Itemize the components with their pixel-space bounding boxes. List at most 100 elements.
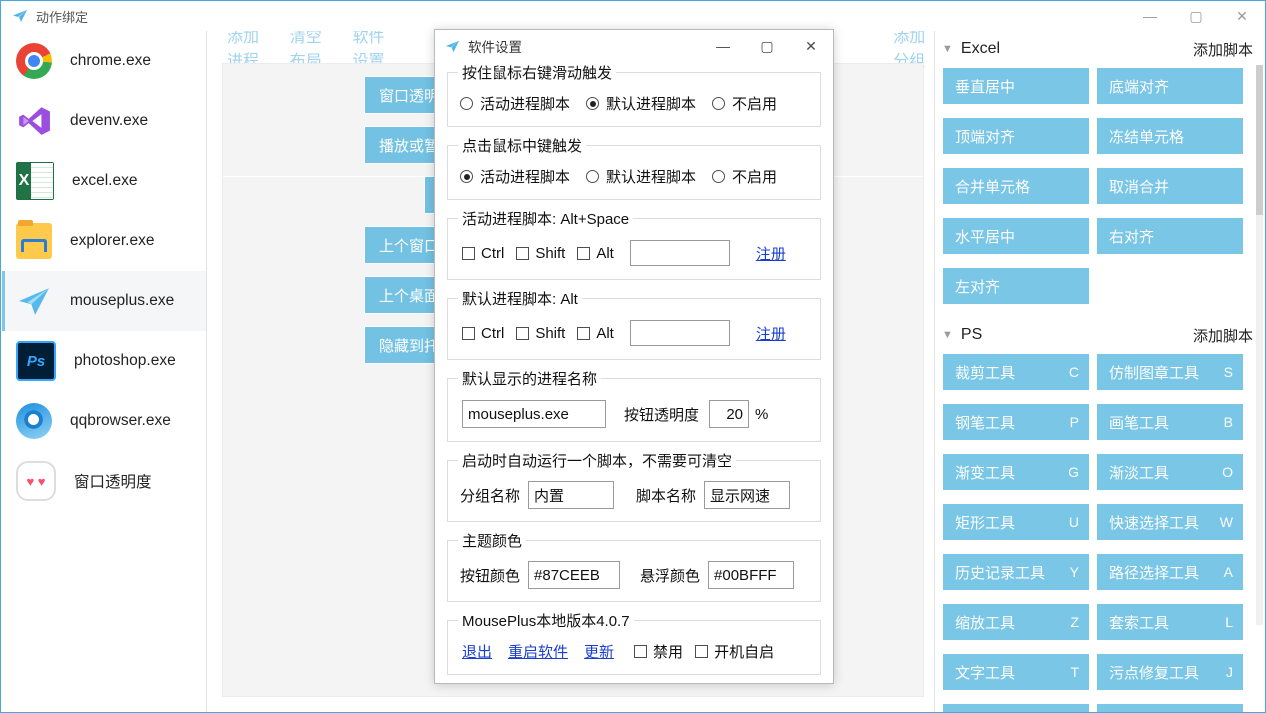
qq-browser-icon: [16, 403, 52, 439]
process-name-input[interactable]: mouseplus.exe: [462, 400, 606, 428]
script-button[interactable]: 垂直居中: [942, 67, 1090, 105]
script-button[interactable]: 矩形工具U: [942, 503, 1090, 541]
script-button[interactable]: 水平居中: [942, 217, 1090, 255]
close-button[interactable]: ✕: [1219, 1, 1265, 31]
sidebar-item-label: 窗口透明度: [74, 470, 152, 492]
process-sidebar: chrome.exe devenv.exe X excel.exe explor…: [2, 31, 207, 713]
checkbox-label: Ctrl: [481, 245, 504, 262]
excel-letter: X: [17, 163, 31, 199]
checkbox-active-shift[interactable]: Shift: [516, 245, 565, 262]
button-color-input[interactable]: #87CEEB: [528, 561, 620, 589]
checkbox-default-shift[interactable]: Shift: [516, 325, 565, 342]
checkbox-disable[interactable]: 禁用: [634, 641, 683, 662]
script-button-label: 右对齐: [1109, 226, 1154, 247]
script-panel-scrollbar-thumb[interactable]: [1256, 65, 1263, 215]
script-button-label: 矩形工具: [955, 512, 1015, 533]
script-button[interactable]: 历史记录工具Y: [942, 553, 1090, 591]
register-active-hotkey-link[interactable]: 注册: [756, 243, 786, 264]
script-button[interactable]: 左对齐: [942, 267, 1090, 305]
script-button[interactable]: 渐变工具G: [942, 453, 1090, 491]
script-group-header-ps[interactable]: ▼ PS 添加脚本: [934, 317, 1265, 353]
chevron-down-icon[interactable]: ▼: [942, 329, 953, 341]
script-button[interactable]: 吸管工具I: [942, 703, 1090, 713]
sidebar-item-mouseplus[interactable]: mouseplus.exe: [2, 271, 206, 331]
sidebar-item-explorer[interactable]: explorer.exe: [2, 211, 206, 271]
default-hotkey-input[interactable]: [630, 320, 730, 346]
script-button-label: 套索工具: [1109, 612, 1169, 633]
script-button[interactable]: 底端对齐: [1096, 67, 1244, 105]
script-button[interactable]: 快速选择工具W: [1096, 503, 1244, 541]
script-button[interactable]: 路径选择工具A: [1096, 553, 1244, 591]
script-button[interactable]: 套索工具L: [1096, 603, 1244, 641]
script-button[interactable]: 裁剪工具C: [942, 353, 1090, 391]
restart-software-link[interactable]: 重启软件: [508, 641, 568, 662]
dialog-maximize-button[interactable]: ▢: [745, 30, 789, 62]
script-button-label: 仿制图章工具: [1109, 362, 1199, 383]
checkbox-indicator: [634, 645, 647, 658]
radio-right-drag-default[interactable]: 默认进程脚本: [586, 93, 696, 114]
script-button-label: 渐变工具: [955, 462, 1015, 483]
script-button[interactable]: 渐淡工具O: [1096, 453, 1244, 491]
paper-plane-icon: [444, 38, 460, 54]
script-button-label: 垂直居中: [955, 76, 1015, 97]
group-legend: MousePlus本地版本4.0.7: [458, 610, 634, 631]
radio-label: 默认进程脚本: [606, 166, 696, 187]
sidebar-item-photoshop[interactable]: Ps photoshop.exe: [2, 331, 206, 391]
checkbox-label: 开机自启: [714, 641, 774, 662]
script-button[interactable]: 画笔工具B: [1096, 403, 1244, 441]
opacity-input[interactable]: 20: [709, 400, 749, 428]
hover-color-input[interactable]: #00BFFF: [708, 561, 794, 589]
checkbox-default-ctrl[interactable]: Ctrl: [462, 325, 504, 342]
sidebar-item-qqbrowser[interactable]: qqbrowser.exe: [2, 391, 206, 451]
script-button-label: 水平居中: [955, 226, 1015, 247]
script-button-label: 左对齐: [955, 276, 1000, 297]
radio-right-drag-active[interactable]: 活动进程脚本: [460, 93, 570, 114]
sidebar-item-window-opacity[interactable]: ♥ ♥ 窗口透明度: [2, 451, 206, 511]
script-button[interactable]: 顶端对齐: [942, 117, 1090, 155]
script-button[interactable]: 仿制图章工具S: [1096, 353, 1244, 391]
sidebar-item-devenv[interactable]: devenv.exe: [2, 91, 206, 151]
active-hotkey-input[interactable]: [630, 240, 730, 266]
chevron-down-icon[interactable]: ▼: [942, 43, 953, 55]
exit-link[interactable]: 退出: [462, 641, 492, 662]
add-script-link[interactable]: 添加脚本: [1193, 325, 1253, 346]
script-button[interactable]: 取消合并: [1096, 167, 1244, 205]
script-button-key: W: [1220, 514, 1233, 530]
maximize-button[interactable]: ▢: [1173, 1, 1219, 31]
script-button-label: 文字工具: [955, 662, 1015, 683]
checkbox-label: Alt: [596, 325, 614, 342]
checkbox-label: 禁用: [653, 641, 683, 662]
script-button[interactable]: 右对齐: [1096, 217, 1244, 255]
checkbox-active-ctrl[interactable]: Ctrl: [462, 245, 504, 262]
autorun-script-group: 启动时自动运行一个脚本，不需要可清空 分组名称 内置 脚本名称 显示网速: [447, 450, 821, 522]
script-button[interactable]: 文字工具T: [942, 653, 1090, 691]
autorun-group-label: 分组名称: [460, 485, 520, 506]
autorun-group-input[interactable]: 内置: [528, 481, 614, 509]
autorun-script-label: 脚本名称: [636, 485, 696, 506]
radio-right-drag-disabled[interactable]: 不启用: [712, 93, 777, 114]
checkbox-default-alt[interactable]: Alt: [577, 325, 614, 342]
script-group-header-excel[interactable]: ▼ Excel 添加脚本: [934, 31, 1265, 67]
excel-icon: X: [16, 162, 54, 200]
dialog-minimize-button[interactable]: —: [701, 30, 745, 62]
script-button[interactable]: 冻结单元格: [1096, 117, 1244, 155]
script-button[interactable]: 缩放工具Z: [942, 603, 1090, 641]
radio-middle-click-disabled[interactable]: 不启用: [712, 166, 777, 187]
register-default-hotkey-link[interactable]: 注册: [756, 323, 786, 344]
script-button[interactable]: 钢笔工具P: [942, 403, 1090, 441]
minimize-button[interactable]: —: [1127, 1, 1173, 31]
checkbox-autostart[interactable]: 开机自启: [695, 641, 774, 662]
radio-middle-click-active[interactable]: 活动进程脚本: [460, 166, 570, 187]
checkbox-active-alt[interactable]: Alt: [577, 245, 614, 262]
script-button[interactable]: 污点修复工具J: [1096, 653, 1244, 691]
autorun-script-input[interactable]: 显示网速: [704, 481, 790, 509]
script-button[interactable]: 修补修复工具E: [1096, 703, 1244, 713]
radio-middle-click-default[interactable]: 默认进程脚本: [586, 166, 696, 187]
sidebar-item-chrome[interactable]: chrome.exe: [2, 31, 206, 91]
script-button[interactable]: 合并单元格: [942, 167, 1090, 205]
dialog-close-button[interactable]: ✕: [789, 30, 833, 62]
sidebar-item-excel[interactable]: X excel.exe: [2, 151, 206, 211]
checkbox-label: Alt: [596, 245, 614, 262]
update-link[interactable]: 更新: [584, 641, 614, 662]
add-script-link[interactable]: 添加脚本: [1193, 39, 1253, 60]
